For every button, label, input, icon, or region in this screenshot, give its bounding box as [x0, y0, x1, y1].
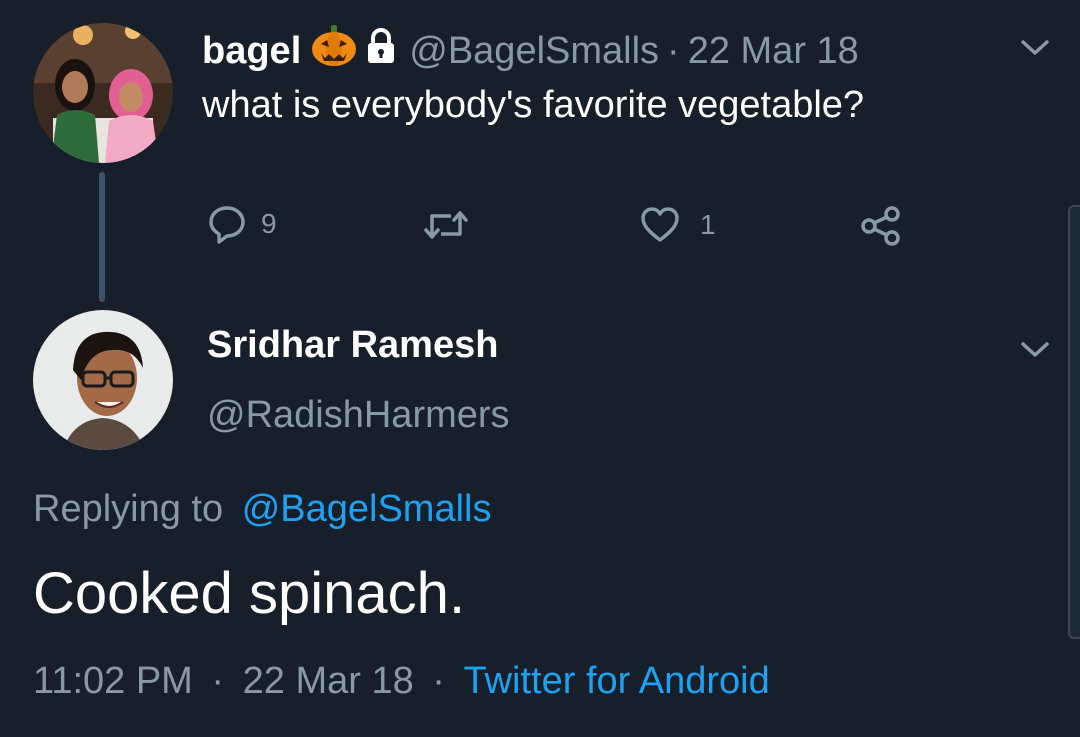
replying-to-handle-link[interactable]: @BagelSmalls: [242, 488, 492, 530]
reply-meta: 11:02 PM · 22 Mar 18 · Twitter for Andro…: [33, 660, 770, 703]
retweet-button[interactable]: [423, 208, 483, 242]
like-count: 1: [700, 209, 716, 240]
reply-author-display-name[interactable]: Sridhar Ramesh: [207, 324, 498, 367]
header-separator: ·: [667, 29, 680, 72]
reply-button[interactable]: 9: [207, 204, 277, 244]
thread-connector-line: [99, 172, 105, 302]
replying-to-line: Replying to @BagelSmalls: [33, 488, 491, 531]
reply-text: Cooked spinach.: [33, 561, 466, 626]
reply-time: 11:02 PM: [33, 660, 193, 702]
share-button[interactable]: [860, 205, 902, 247]
avatar-bagel[interactable]: [33, 23, 173, 163]
reply-date: 22 Mar 18: [242, 660, 414, 702]
lock-icon: [365, 27, 397, 75]
heart-icon: [641, 207, 679, 242]
avatar-sridhar[interactable]: [33, 310, 173, 450]
author-handle[interactable]: @BagelSmalls: [409, 30, 659, 73]
reply-count: 9: [261, 208, 277, 239]
replying-to-label: Replying to: [33, 488, 224, 530]
meta-separator-1: ·: [211, 660, 225, 702]
tweet-source-link[interactable]: Twitter for Android: [464, 660, 770, 702]
tweet-header: bagel @BagelSmalls · 22 Mar 18: [202, 25, 859, 77]
tweet-menu-chevron-icon[interactable]: [1020, 38, 1050, 63]
reply-author-handle[interactable]: @RadishHarmers: [207, 394, 510, 437]
share-icon: [861, 206, 900, 246]
tweet-text: what is everybody's favorite vegetable?: [202, 84, 865, 126]
like-button[interactable]: 1: [640, 206, 716, 244]
tweet-date[interactable]: 22 Mar 18: [688, 30, 859, 73]
reply-icon: [209, 206, 245, 244]
jack-o-lantern-icon: [311, 25, 357, 77]
scrollbar[interactable]: [1068, 205, 1080, 639]
retweet-icon: [424, 211, 468, 239]
reply-menu-chevron-icon[interactable]: [1020, 340, 1050, 365]
meta-separator-2: ·: [432, 660, 445, 702]
author-display-name[interactable]: bagel: [202, 30, 301, 73]
